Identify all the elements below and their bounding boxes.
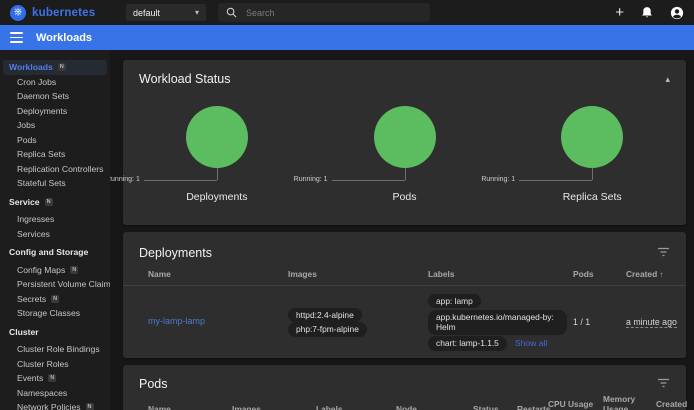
sidebar-item-secrets[interactable]: Secrets N [0, 292, 110, 307]
label-chip: chart: lamp-1.1.5 [428, 336, 507, 351]
deployment-table-row[interactable]: my-lamp-lamp httpd:2.4-alpine php:7-fpm-… [123, 286, 686, 358]
image-chip: php:7-fpm-alpine [288, 322, 367, 337]
deployment-name-link[interactable]: my-lamp-lamp [148, 316, 205, 326]
namespaced-badge-icon: N [58, 63, 66, 71]
sidebar-item-ingresses[interactable]: Ingresses [0, 212, 110, 227]
col-labels[interactable]: Labels [428, 270, 573, 280]
top-bar: ⎈ kubernetes default ▾ + [0, 0, 694, 25]
col-memory-usage[interactable]: Memory Usage (bytes) [603, 395, 656, 410]
deployments-card: Deployments Name Images Labels Pods Crea… [123, 232, 686, 358]
sidebar-item-deployments[interactable]: Deployments [0, 104, 110, 119]
deployments-table-header: Name Images Labels Pods Created ↑ [123, 264, 686, 286]
create-resource-button[interactable]: + [615, 5, 624, 20]
brand-title: kubernetes [32, 7, 95, 19]
notifications-bell-icon[interactable] [641, 6, 653, 19]
sidebar-item-persistent-volume-claims[interactable]: Persistent Volume Claims N [0, 277, 110, 292]
pods-ratio: 1 / 1 [573, 317, 626, 327]
sidebar-item-pods[interactable]: Pods [0, 133, 110, 148]
sidebar-item-workloads[interactable]: Workloads N [3, 60, 107, 75]
search-icon [226, 7, 237, 18]
running-count-label: Running: 1 [110, 176, 140, 183]
menu-hamburger-icon[interactable] [10, 32, 23, 42]
chart-title: Pods [393, 191, 417, 203]
label-chip: app.kubernetes.io/managed-by: Helm [428, 310, 567, 335]
search-box[interactable] [218, 3, 430, 22]
col-pods[interactable]: Pods [573, 270, 626, 280]
col-images[interactable]: Images [288, 270, 428, 280]
sidebar-item-storage-classes[interactable]: Storage Classes [0, 306, 110, 321]
sidebar-item-replica-sets[interactable]: Replica Sets [0, 147, 110, 162]
sidebar-item-jobs[interactable]: Jobs [0, 118, 110, 133]
pods-card-title: Pods [139, 377, 168, 391]
sidebar-section-cluster: Cluster [0, 325, 110, 340]
namespaced-badge-icon: N [86, 403, 94, 410]
sidebar-item-network-policies[interactable]: Network Policies N [0, 400, 110, 410]
chevron-down-icon: ▾ [195, 8, 199, 17]
created-timestamp: a minute ago [626, 317, 677, 328]
sidebar-item-stateful-sets[interactable]: Stateful Sets [0, 176, 110, 191]
sidebar-section-service[interactable]: Service N [0, 195, 110, 210]
col-status[interactable]: Status [473, 405, 517, 410]
deployments-pie[interactable] [186, 106, 248, 168]
pods-status-chart: Running: 1 Pods [311, 106, 499, 203]
chart-title: Deployments [186, 191, 247, 203]
search-input[interactable] [246, 8, 396, 18]
replica-sets-pie[interactable] [561, 106, 623, 168]
deployments-status-chart: Running: 1 Deployments [123, 106, 311, 203]
workload-status-title: Workload Status [139, 72, 230, 86]
replica-sets-status-chart: Running: 1 Replica Sets [498, 106, 686, 203]
pods-pie[interactable] [374, 106, 436, 168]
col-created-sorted[interactable]: Created ↑ [656, 400, 693, 410]
workload-status-card: Workload Status ▴ Running: 1 Deployments [123, 60, 686, 225]
pods-table-header: Name Images Labels Node Status Restarts … [123, 395, 686, 410]
sidebar-item-cluster-roles[interactable]: Cluster Roles [0, 357, 110, 372]
kubernetes-brand[interactable]: ⎈ kubernetes [10, 5, 118, 21]
running-count-label: Running: 1 [294, 176, 328, 183]
col-created-sorted[interactable]: Created ↑ [626, 270, 676, 280]
col-labels[interactable]: Labels [316, 405, 396, 410]
sidebar-item-cron-jobs[interactable]: Cron Jobs [0, 75, 110, 90]
col-cpu-usage[interactable]: CPU Usage (cores) [548, 400, 603, 410]
app-bar: Workloads [0, 25, 694, 50]
show-all-labels-link[interactable]: Show all [515, 338, 547, 348]
namespaced-badge-icon: N [48, 374, 56, 382]
filter-icon[interactable] [657, 244, 670, 262]
chart-title: Replica Sets [563, 191, 622, 203]
main-content: Workload Status ▴ Running: 1 Deployments [110, 50, 694, 410]
sidebar-item-services[interactable]: Services [0, 227, 110, 242]
sidebar-item-replication-controllers[interactable]: Replication Controllers [0, 162, 110, 177]
collapse-card-icon[interactable]: ▴ [665, 74, 670, 85]
namespaced-badge-icon: N [51, 295, 59, 303]
sidebar-item-config-maps[interactable]: Config Maps N [0, 263, 110, 278]
user-account-icon[interactable] [670, 6, 684, 20]
sidebar-item-events[interactable]: Events N [0, 371, 110, 386]
namespaced-badge-icon: N [45, 198, 53, 206]
filter-icon[interactable] [657, 375, 670, 393]
col-restarts[interactable]: Restarts [517, 405, 548, 410]
col-node[interactable]: Node [396, 405, 473, 410]
running-count-label: Running: 1 [481, 176, 515, 183]
sidebar-section-config-and-storage: Config and Storage [0, 245, 110, 260]
sort-ascending-icon: ↑ [660, 270, 664, 279]
page-title: Workloads [36, 32, 92, 44]
kubernetes-logo-icon: ⎈ [10, 5, 26, 21]
pods-card: Pods Name Images Labels Node Status Rest… [123, 365, 686, 410]
col-name[interactable]: Name [148, 270, 288, 280]
namespaced-badge-icon: N [70, 266, 78, 274]
image-chip: httpd:2.4-alpine [288, 308, 362, 323]
sidebar-item-daemon-sets[interactable]: Daemon Sets [0, 89, 110, 104]
sidebar-nav: Workloads N Cron Jobs Daemon Sets Deploy… [0, 50, 110, 410]
col-images[interactable]: Images [232, 405, 316, 410]
sidebar-item-cluster-role-bindings[interactable]: Cluster Role Bindings [0, 342, 110, 357]
namespace-value: default [133, 8, 160, 18]
label-chip: app: lamp [428, 294, 481, 309]
col-name[interactable]: Name [148, 405, 232, 410]
namespace-selector[interactable]: default ▾ [126, 4, 206, 21]
deployments-card-title: Deployments [139, 246, 212, 260]
sidebar-item-namespaces[interactable]: Namespaces [0, 386, 110, 401]
